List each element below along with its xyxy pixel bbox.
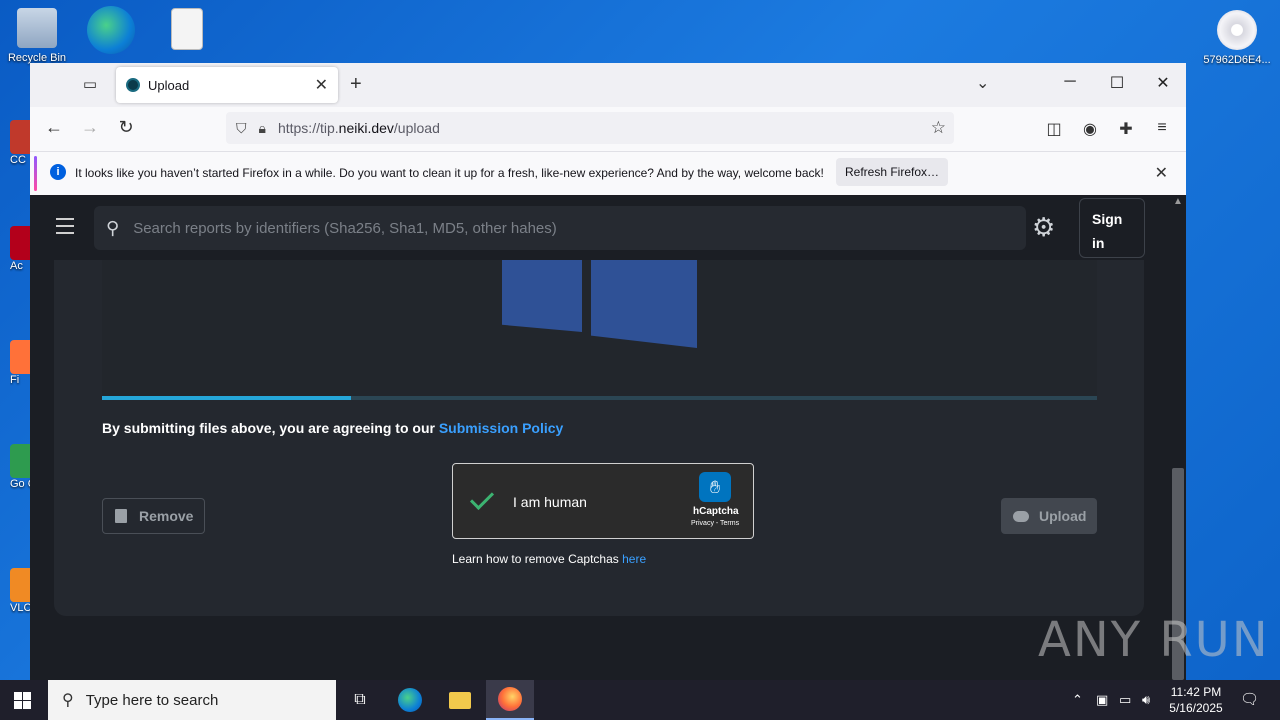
taskbar-firefox-icon[interactable]	[486, 680, 534, 720]
taskbar-search-box[interactable]: ⚲ Type here to search	[48, 680, 336, 720]
forward-icon[interactable]: →	[78, 117, 102, 138]
upload-progress-fill	[102, 396, 351, 400]
site-header: ⚲ Search reports by identifiers (Sha256,…	[30, 196, 1170, 260]
taskbar-explorer-icon[interactable]	[436, 680, 484, 720]
minimize-icon[interactable]: ─	[1060, 73, 1080, 91]
submission-policy-link[interactable]: Submission Policy	[439, 420, 563, 436]
acrobat-icon	[10, 226, 32, 260]
info-icon: i	[50, 164, 66, 180]
firefox-icon	[10, 340, 32, 374]
nav-toolbar: ← → ↻ ⛉ 🔒︎ https://tip.neiki.dev/upload …	[30, 107, 1186, 151]
captcha-help-link[interactable]: here	[622, 552, 646, 566]
pocket-icon[interactable]: ◫	[1044, 119, 1064, 139]
settings-gear-icon[interactable]: ⚙	[1032, 212, 1055, 243]
remove-button[interactable]: Remove	[102, 498, 205, 534]
menu-icon[interactable]: ≡	[1152, 119, 1172, 137]
desktop-icon-label: Ac	[10, 260, 23, 272]
task-view-icon[interactable]: ⧉	[336, 680, 384, 720]
captcha-label: I am human	[513, 494, 587, 510]
hcaptcha-widget[interactable]: I am human ✋︎ hCaptcha Privacy - Terms	[452, 463, 754, 539]
network-icon[interactable]: ▭	[1119, 692, 1131, 708]
notifications-icon[interactable]: 🗨︎	[1240, 690, 1259, 708]
taskbar-clock[interactable]: 11:42 PM 5/16/2025	[1160, 684, 1232, 716]
anyrun-watermark: ANY RUN	[1038, 612, 1270, 668]
desktop-icon-file[interactable]	[152, 8, 222, 54]
edge-icon	[87, 6, 135, 54]
firefox-window: ▭ Upload ✕ + ⌄ ─ ☐ ✕ ← → ↻ ⛉ 🔒︎ https://…	[30, 63, 1186, 680]
refresh-notification-bar: i It looks like you haven’t started Fire…	[30, 151, 1186, 195]
scroll-up-icon[interactable]: ▲	[1173, 196, 1183, 207]
account-icon[interactable]: ◉	[1080, 119, 1100, 139]
hcaptcha-privacy-terms[interactable]: Privacy - Terms	[691, 520, 739, 527]
file-preview	[102, 260, 1097, 396]
hamburger-menu-icon[interactable]	[56, 218, 74, 239]
hcaptcha-brand: hCaptcha	[693, 506, 739, 517]
shield-icon[interactable]: ⛉	[236, 120, 247, 137]
chrome-icon	[10, 444, 32, 478]
site-favicon-icon	[126, 78, 140, 92]
page-scrollbar[interactable]: ▲	[1170, 196, 1186, 680]
url-bar[interactable]: ⛉ 🔒︎ https://tip.neiki.dev/upload ☆	[226, 112, 954, 144]
report-search-input[interactable]: ⚲ Search reports by identifiers (Sha256,…	[94, 206, 1026, 250]
tab-list-icon[interactable]: ▭	[78, 75, 102, 95]
desktop-icon-recycle-bin[interactable]: Recycle Bin	[2, 8, 72, 65]
url-text[interactable]: https://tip.neiki.dev/upload	[278, 120, 440, 136]
desktop-icon-edge[interactable]	[76, 6, 146, 58]
hcaptcha-logo-icon: ✋︎	[699, 472, 731, 502]
notification-stripe	[34, 156, 37, 191]
lock-icon[interactable]: 🔒︎	[259, 120, 266, 137]
page-content: ⚲ Search reports by identifiers (Sha256,…	[30, 196, 1186, 680]
start-windows-icon[interactable]	[14, 692, 32, 709]
search-icon: ⚲	[62, 692, 74, 709]
volume-icon[interactable]: 🔊︎	[1142, 692, 1150, 708]
desktop-icon-label: CC	[10, 154, 26, 166]
cloud-upload-icon	[1013, 510, 1029, 522]
notification-message: It looks like you haven’t started Firefo…	[75, 166, 824, 180]
clock-time: 11:42 PM	[1170, 685, 1222, 699]
submission-policy-text: By submitting files above, you are agree…	[102, 420, 564, 436]
close-tab-icon[interactable]: ✕	[315, 75, 328, 95]
close-notification-icon[interactable]: ✕	[1155, 163, 1168, 183]
tray-device-icon[interactable]: ▣	[1096, 692, 1108, 708]
desktop-icon-label: 57962D6E4...	[1203, 54, 1271, 66]
tab-upload[interactable]: Upload ✕	[116, 67, 338, 103]
desktop-icon-cd-drive[interactable]: 57962D6E4...	[1202, 10, 1272, 67]
back-icon[interactable]: ←	[42, 117, 66, 138]
clock-date: 5/16/2025	[1169, 701, 1223, 715]
captcha-help-text: Learn how to remove Captchas here	[452, 552, 647, 566]
list-all-tabs-icon[interactable]: ⌄	[976, 73, 989, 93]
taskbar-search-placeholder: Type here to search	[85, 691, 219, 709]
vlc-icon	[10, 568, 32, 602]
search-icon: ⚲	[106, 217, 120, 238]
new-tab-icon[interactable]: +	[350, 73, 362, 96]
tray-chevron-icon[interactable]: ⌃	[1072, 692, 1083, 708]
windows-logo-icon	[502, 260, 582, 332]
windows-logo-pane	[591, 260, 697, 348]
upload-progress-bar	[102, 396, 1097, 400]
reload-icon[interactable]: ↻	[114, 117, 138, 138]
image-file-icon	[171, 8, 203, 50]
taskbar-edge-icon[interactable]	[386, 680, 434, 720]
trash-icon	[115, 509, 127, 523]
app-icon	[10, 120, 32, 154]
checkmark-icon[interactable]	[469, 485, 495, 511]
windows-taskbar: ⚲ Type here to search ⧉ ⌃ ▣ ▭ 🔊︎ 11:42 P…	[0, 680, 1280, 720]
maximize-icon[interactable]: ☐	[1107, 73, 1127, 93]
close-window-icon[interactable]: ✕	[1153, 73, 1173, 93]
tab-bar: ▭ Upload ✕ + ⌄ ─ ☐ ✕	[30, 63, 1186, 107]
extensions-icon[interactable]: ✚	[1116, 119, 1136, 139]
desktop-icon-label: Fi	[10, 374, 20, 386]
cd-drive-icon	[1217, 10, 1257, 50]
upload-button[interactable]: Upload	[1001, 498, 1097, 534]
recycle-bin-icon	[17, 8, 57, 48]
bookmark-star-icon[interactable]: ☆	[931, 118, 946, 138]
tab-title: Upload	[148, 77, 190, 93]
search-placeholder: Search reports by identifiers (Sha256, S…	[133, 219, 557, 237]
sign-in-button[interactable]: Sign in	[1079, 198, 1145, 258]
refresh-firefox-button[interactable]: Refresh Firefox…	[836, 158, 948, 186]
